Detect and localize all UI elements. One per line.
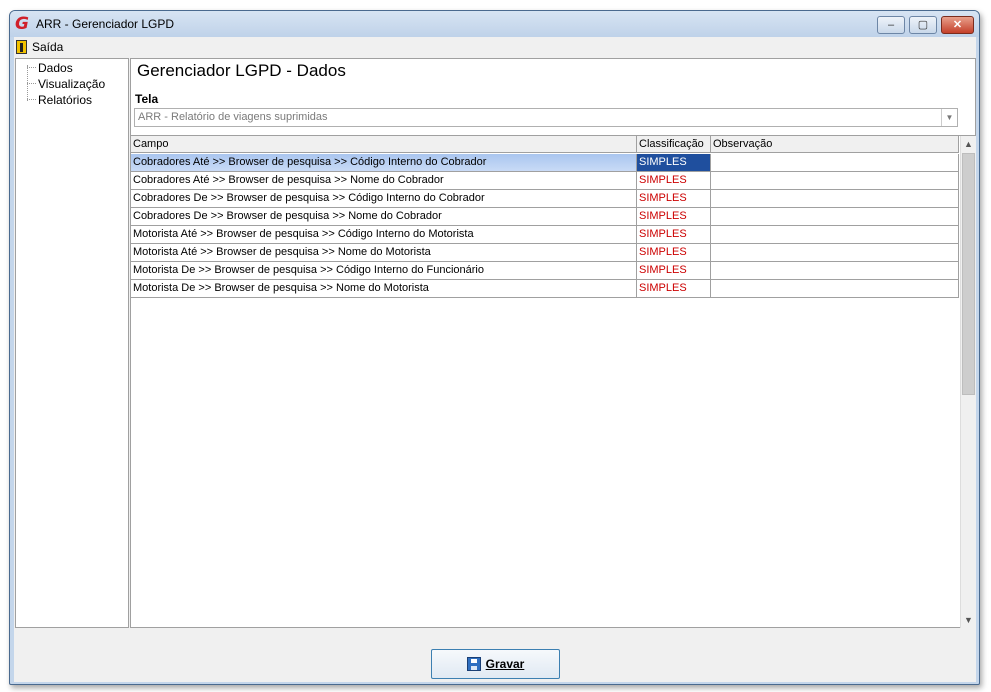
vertical-scrollbar[interactable]: ▲ ▼: [960, 136, 976, 628]
cell-observacao[interactable]: [711, 154, 959, 171]
cell-observacao[interactable]: [711, 172, 959, 189]
table-row[interactable]: Motorista De >> Browser de pesquisa >> C…: [131, 262, 959, 280]
cell-classificacao[interactable]: SIMPLES: [637, 190, 711, 207]
table-row[interactable]: Cobradores De >> Browser de pesquisa >> …: [131, 190, 959, 208]
tela-select-value: ARR - Relatório de viagens suprimidas: [138, 111, 328, 123]
minimize-button[interactable]: –: [877, 16, 905, 34]
cell-observacao[interactable]: [711, 190, 959, 207]
table-row[interactable]: Cobradores Até >> Browser de pesquisa >>…: [131, 172, 959, 190]
tree-item-dados[interactable]: Dados: [38, 61, 73, 75]
table-row[interactable]: Motorista Até >> Browser de pesquisa >> …: [131, 244, 959, 262]
cell-campo[interactable]: Motorista Até >> Browser de pesquisa >> …: [131, 226, 637, 243]
cell-classificacao[interactable]: SIMPLES: [637, 154, 711, 171]
column-header-campo[interactable]: Campo: [131, 136, 637, 153]
menu-item-exit-label: Saída: [32, 40, 64, 54]
cell-campo[interactable]: Cobradores Até >> Browser de pesquisa >>…: [131, 154, 637, 171]
cell-observacao[interactable]: [711, 262, 959, 279]
tree-item-relatorios[interactable]: Relatórios: [38, 93, 92, 107]
table-row[interactable]: Motorista Até >> Browser de pesquisa >> …: [131, 226, 959, 244]
cell-classificacao[interactable]: SIMPLES: [637, 208, 711, 225]
app-logo-icon: G: [15, 14, 29, 34]
cell-classificacao[interactable]: SIMPLES: [637, 244, 711, 261]
cell-campo[interactable]: Cobradores De >> Browser de pesquisa >> …: [131, 208, 637, 225]
cell-campo[interactable]: Motorista De >> Browser de pesquisa >> N…: [131, 280, 637, 297]
cell-observacao[interactable]: [711, 244, 959, 261]
cell-classificacao[interactable]: SIMPLES: [637, 280, 711, 297]
tree-connector: [27, 99, 36, 100]
tela-label: Tela: [135, 92, 159, 106]
maximize-button[interactable]: ▢: [909, 16, 937, 34]
save-button-label: Gravar: [485, 657, 525, 671]
tela-select[interactable]: ARR - Relatório de viagens suprimidas ▼: [134, 108, 958, 127]
grid-header: Campo Classificação Observação: [131, 136, 959, 153]
exit-door-icon: [16, 40, 27, 54]
cell-observacao[interactable]: [711, 226, 959, 243]
table-row[interactable]: Motorista De >> Browser de pesquisa >> N…: [131, 280, 959, 298]
menu-bar: Saída: [14, 37, 976, 57]
column-header-observacao[interactable]: Observação: [711, 136, 959, 153]
cell-campo[interactable]: Motorista De >> Browser de pesquisa >> C…: [131, 262, 637, 279]
main-panel: Gerenciador LGPD - Dados Tela ARR - Rela…: [130, 58, 976, 628]
scrollbar-thumb[interactable]: [962, 153, 975, 395]
app-window: G ARR - Gerenciador LGPD – ▢ ✕ Saída Dad…: [9, 10, 980, 685]
tree-connector: [27, 67, 36, 68]
save-button[interactable]: Gravar: [431, 649, 560, 679]
dropdown-arrow-icon[interactable]: ▼: [941, 109, 957, 126]
close-button[interactable]: ✕: [941, 16, 974, 34]
table-row[interactable]: Cobradores Até >> Browser de pesquisa >>…: [131, 154, 959, 172]
page-title: Gerenciador LGPD - Dados: [137, 61, 346, 80]
cell-classificacao[interactable]: SIMPLES: [637, 262, 711, 279]
client-area: Saída Dados Visualização Relatórios Gere…: [14, 37, 976, 682]
cell-observacao[interactable]: [711, 208, 959, 225]
column-header-classificacao[interactable]: Classificação: [637, 136, 711, 153]
tree-item-visualizacao[interactable]: Visualização: [38, 77, 105, 91]
scroll-up-icon[interactable]: ▲: [961, 136, 976, 152]
cell-classificacao[interactable]: SIMPLES: [637, 226, 711, 243]
title-bar[interactable]: G ARR - Gerenciador LGPD – ▢ ✕: [10, 11, 979, 37]
window-title: ARR - Gerenciador LGPD: [36, 17, 175, 31]
cell-campo[interactable]: Cobradores Até >> Browser de pesquisa >>…: [131, 172, 637, 189]
table-row[interactable]: Cobradores De >> Browser de pesquisa >> …: [131, 208, 959, 226]
data-grid: Campo Classificação Observação Cobradore…: [131, 135, 976, 628]
navigation-tree: Dados Visualização Relatórios: [15, 58, 129, 628]
cell-classificacao[interactable]: SIMPLES: [637, 172, 711, 189]
tree-connector: [27, 83, 36, 84]
cell-campo[interactable]: Cobradores De >> Browser de pesquisa >> …: [131, 190, 637, 207]
cell-observacao[interactable]: [711, 280, 959, 297]
scroll-down-icon[interactable]: ▼: [961, 612, 976, 628]
floppy-disk-icon: [466, 657, 481, 671]
cell-campo[interactable]: Motorista Até >> Browser de pesquisa >> …: [131, 244, 637, 261]
menu-item-exit[interactable]: Saída: [16, 39, 63, 55]
